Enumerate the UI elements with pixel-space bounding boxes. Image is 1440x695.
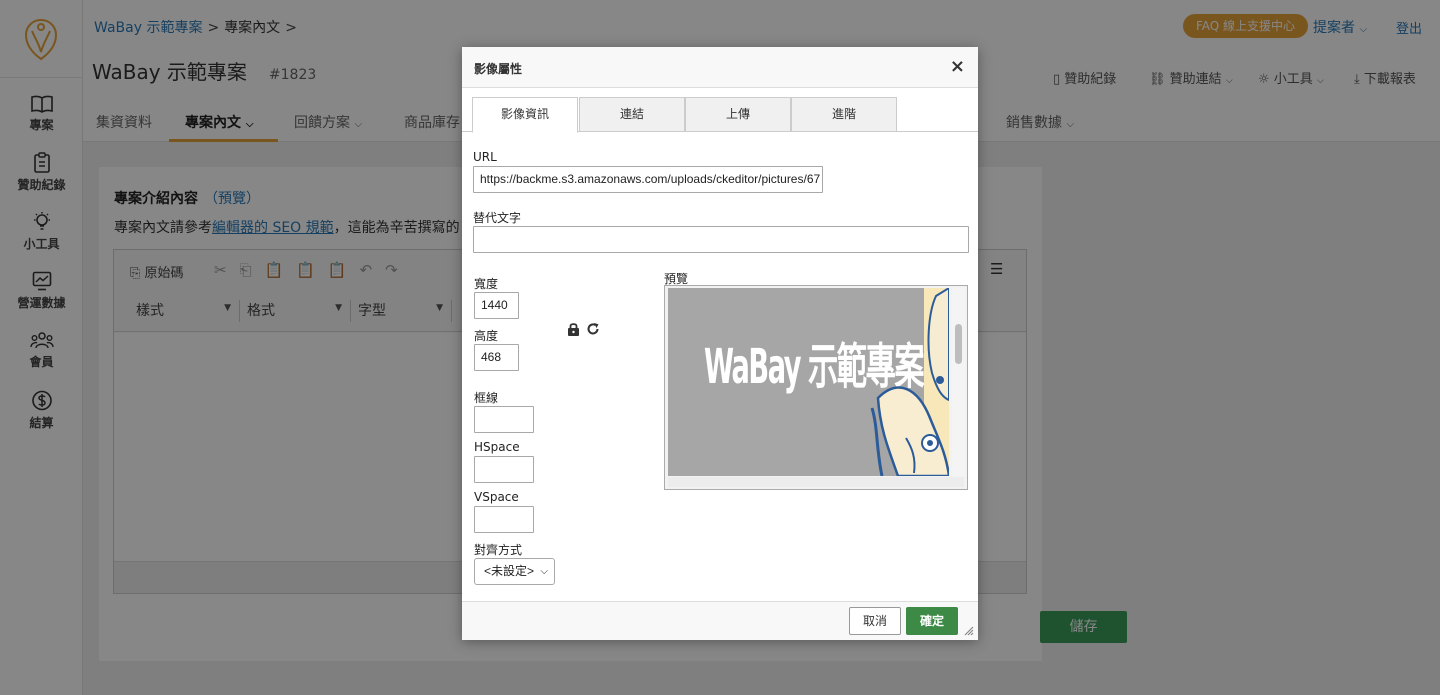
mascot-illustration [870,288,949,476]
url-label: URL [473,150,497,164]
height-label: 高度 [474,329,499,343]
alignment-select[interactable]: <未設定> ⌵ [474,558,555,585]
height-input[interactable]: 468 [474,344,519,371]
ok-button[interactable]: 確定 [906,607,958,635]
width-input[interactable]: 1440 [474,292,519,319]
hspace-input[interactable] [474,456,534,483]
width-label: 寬度 [474,277,499,291]
dialog-tabs: 影像資訊 連結 上傳 進階 [462,97,978,133]
image-properties-dialog: 影像屬性 × 影像資訊 連結 上傳 進階 URL https://backme.… [462,47,978,640]
preview-image: WaBay 示範專案 [668,288,949,476]
dialog-title: 影像屬性 [474,62,523,76]
dialog-header: 影像屬性 × [462,47,978,88]
tab-link[interactable]: 連結 [579,97,685,132]
tab-upload[interactable]: 上傳 [685,97,791,132]
tab-image-info[interactable]: 影像資訊 [472,97,578,133]
border-label: 框線 [474,391,499,405]
alignment-value: <未設定> [484,564,535,578]
hspace-label: HSpace [474,440,520,454]
vspace-label: VSpace [474,490,519,504]
scrollbar-thumb[interactable] [955,324,962,364]
chevron-down-icon: ⌵ [540,566,548,577]
close-icon[interactable]: × [950,56,965,77]
border-input[interactable] [474,406,534,433]
image-preview: WaBay 示範專案 [664,285,968,490]
preview-vertical-scrollbar[interactable] [952,288,965,476]
vspace-input[interactable] [474,506,534,533]
cancel-button[interactable]: 取消 [849,607,901,635]
alt-text-label: 替代文字 [473,211,522,225]
lock-icon[interactable] [567,322,580,336]
alt-text-input[interactable] [473,226,969,253]
reset-size-icon[interactable] [586,322,600,336]
preview-horizontal-scrollbar[interactable] [668,477,964,487]
dialog-footer: 取消 確定 [462,601,978,640]
tab-advanced[interactable]: 進階 [791,97,897,132]
resize-grip-icon[interactable] [964,626,974,636]
alignment-label: 對齊方式 [474,543,523,557]
url-input[interactable]: https://backme.s3.amazonaws.com/uploads/… [473,166,823,193]
